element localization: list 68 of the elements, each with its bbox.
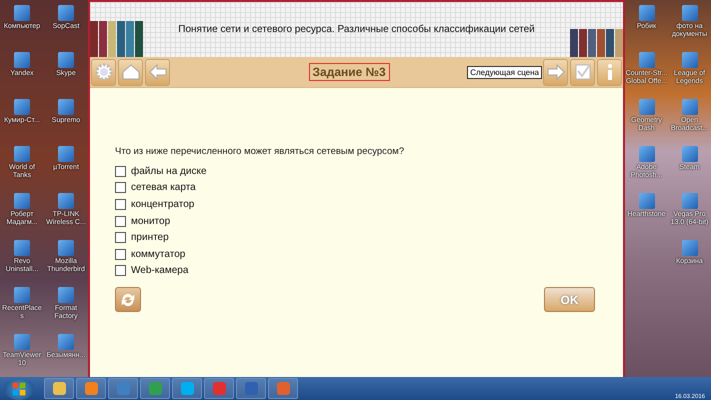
taskbar-button[interactable] — [204, 378, 234, 399]
shortcut-icon — [638, 146, 654, 162]
check-button[interactable] — [570, 58, 595, 86]
shortcut-icon — [638, 52, 654, 68]
taskbar-button[interactable] — [140, 378, 170, 399]
shortcut-icon — [58, 334, 74, 350]
taskbar-button[interactable] — [44, 378, 74, 399]
home-button[interactable] — [118, 58, 143, 86]
checkbox[interactable] — [115, 166, 126, 177]
shortcut-icon — [682, 146, 698, 162]
shortcut-icon — [682, 99, 698, 115]
shortcut-icon — [14, 334, 30, 350]
taskbar-button[interactable] — [76, 378, 106, 399]
shortcut-icon — [682, 193, 698, 209]
shortcut-icon — [14, 287, 30, 303]
shortcut-icon — [682, 5, 698, 21]
back-button[interactable] — [145, 58, 170, 86]
checkbox[interactable] — [115, 248, 126, 260]
option-label[interactable]: коммутатор — [131, 248, 186, 260]
left-arrow-icon — [148, 62, 168, 82]
start-button[interactable] — [4, 378, 34, 400]
shortcut-icon — [58, 99, 74, 115]
settings-icon — [94, 62, 114, 82]
taskbar-button[interactable] — [108, 378, 138, 399]
home-icon — [120, 62, 140, 82]
settings-button[interactable] — [91, 58, 116, 86]
info-icon — [608, 64, 612, 80]
shortcut-icon — [14, 193, 30, 209]
option-label[interactable]: концентратор — [131, 198, 194, 210]
shortcut-icon — [682, 52, 698, 68]
option-label[interactable]: файлы на диске — [131, 166, 207, 177]
checkbox[interactable] — [115, 232, 126, 244]
shortcut-icon — [14, 52, 30, 68]
checkbox[interactable] — [115, 182, 126, 194]
taskbar-button[interactable] — [172, 378, 202, 399]
option-label[interactable]: монитор — [131, 216, 170, 227]
shortcut-icon — [58, 193, 74, 209]
tooltip: Следующая сцена — [467, 66, 542, 78]
shortcut-icon — [58, 287, 74, 303]
shortcut-icon — [14, 99, 30, 115]
shortcut-icon — [638, 99, 654, 115]
shortcut-icon — [14, 146, 30, 162]
question-text: Что из ниже перечисленного может являться сетевым ресурсом? — [115, 146, 406, 157]
window-title: Понятие сети и сетевого ресурса. Различные способы классификации сетей — [177, 24, 536, 35]
shortcut-icon — [58, 5, 74, 21]
taskbar-button[interactable] — [236, 378, 266, 399]
shortcut-icon — [14, 5, 30, 21]
option-label[interactable]: Web-камера — [131, 265, 188, 276]
shortcut-icon — [638, 193, 654, 209]
shortcut-icon — [58, 52, 74, 68]
shortcut-icon — [14, 240, 30, 256]
shortcut-icon — [682, 240, 698, 256]
checkbox[interactable] — [115, 216, 126, 227]
task-title: Задание №3 — [308, 63, 390, 81]
shortcut-icon — [58, 146, 74, 162]
right-arrow-icon — [546, 62, 566, 82]
checkbox[interactable] — [115, 265, 126, 276]
checkmark-icon — [572, 62, 592, 82]
info-button[interactable] — [597, 58, 622, 86]
reset-button[interactable] — [115, 287, 141, 312]
checkbox[interactable] — [115, 198, 126, 210]
option-label[interactable]: сетевая карта — [131, 182, 196, 194]
next-button[interactable] — [543, 58, 568, 86]
shortcut-icon — [638, 5, 654, 21]
shortcut-icon — [58, 240, 74, 256]
taskbar-button[interactable] — [268, 378, 298, 399]
option-label[interactable]: принтер — [131, 232, 169, 244]
windows-logo-icon — [11, 380, 27, 396]
